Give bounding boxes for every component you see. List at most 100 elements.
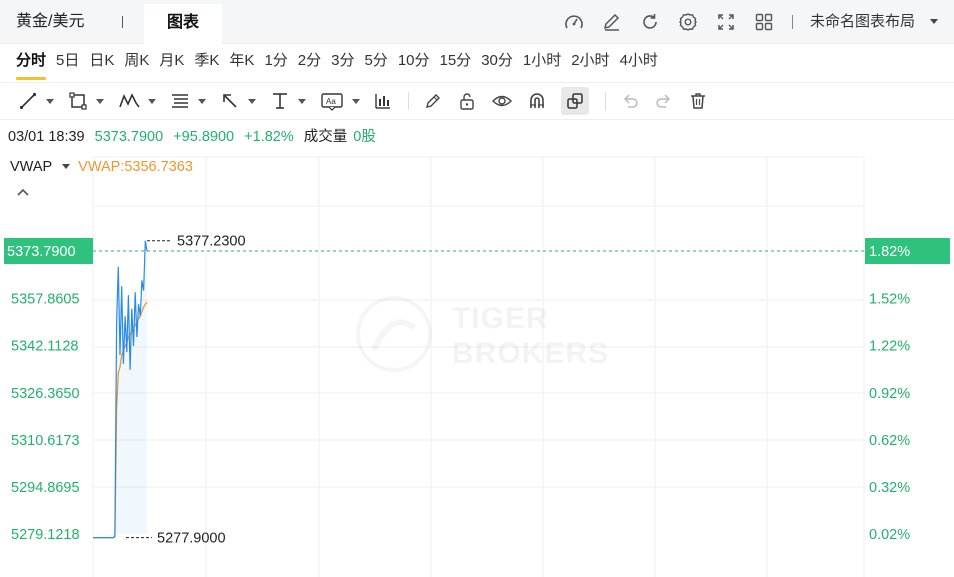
tab-symbol[interactable]: 黄金/美元 [0, 0, 84, 44]
price-tick-label-5: 5294.8695 [11, 480, 80, 496]
watermark: TIGER BROKERS [356, 296, 609, 372]
period-tab-15[interactable]: 2小时 [571, 44, 609, 80]
current-price-badge-label: 5373.7900 [7, 244, 76, 260]
text-tool[interactable]: Aa [320, 87, 360, 115]
redo-tool[interactable] [654, 87, 674, 115]
period-tabs: 分时 5日 日K 周K 月K 季K 年K 1分 2分 3分 5分 10分 15分 30分 1小时 2小时 4小时 [0, 44, 954, 80]
indicator-tool[interactable] [374, 87, 392, 115]
indicator-legend: VWAP VWAP:5356.7363 [10, 156, 193, 178]
settings-icon[interactable] [676, 11, 700, 33]
gauge-icon[interactable] [562, 11, 586, 33]
watermark-line-2: BROKERS [452, 337, 609, 370]
period-tab-16[interactable]: 4小时 [620, 44, 658, 80]
quote-info: 03/01 18:39 5373.7900 +95.8900 +1.82% 成交… [8, 126, 376, 148]
period-tab-10[interactable]: 5分 [364, 44, 387, 80]
undo-tool[interactable] [620, 87, 640, 115]
period-tab-0[interactable]: 分时 [16, 44, 47, 80]
period-tab-1[interactable]: 5日 [56, 44, 79, 80]
price-axis: 5373.7900 5357.8605 5342.1128 5326.3650 5310… [4, 238, 93, 543]
chevron-down-icon[interactable] [930, 19, 938, 24]
chevron-down-icon[interactable] [96, 98, 104, 104]
chevron-down-icon[interactable] [148, 98, 156, 104]
percent-tick-label-6: 0.02% [869, 527, 910, 543]
fibonacci-tool-icon [172, 94, 188, 108]
svg-text:Aa: Aa [326, 97, 336, 106]
visibility-tool[interactable] [491, 87, 513, 115]
period-tab-13[interactable]: 30分 [481, 44, 513, 80]
chevron-down-icon[interactable] [62, 163, 71, 169]
link-icon [567, 93, 583, 109]
price-tick-label-2: 5342.1128 [11, 339, 78, 355]
chevron-down-icon[interactable] [248, 98, 256, 104]
grid-layout-icon[interactable] [752, 11, 776, 33]
tab-divider [122, 16, 123, 28]
drawing-toolbar: Aa [0, 82, 954, 120]
percent-tick-label-2: 1.22% [869, 339, 910, 355]
quote-change-pct: +1.82% [244, 129, 294, 145]
rectangle-tool[interactable] [68, 87, 104, 115]
edit-icon[interactable] [600, 11, 624, 33]
link-tool[interactable] [561, 87, 589, 115]
arrow-tool-icon [223, 94, 237, 108]
redo-icon [656, 94, 671, 108]
period-tab-5[interactable]: 季K [194, 44, 219, 80]
quote-time: 03/01 18:39 [8, 129, 85, 145]
period-tab-4[interactable]: 月K [159, 44, 184, 80]
header-actions [562, 11, 776, 33]
eye-icon [492, 95, 512, 107]
volume-label: 成交量 [303, 129, 348, 145]
unlock-icon [460, 93, 474, 110]
undo-icon [623, 94, 638, 108]
lock-tool[interactable] [457, 87, 477, 115]
pattern-tool-icon [119, 93, 140, 108]
price-tick-label-3: 5326.3650 [11, 386, 80, 402]
toolbar-divider [408, 92, 409, 110]
period-tab-11[interactable]: 10分 [398, 44, 430, 80]
chart-series [93, 240, 148, 539]
price-tick-label-6: 5279.1218 [11, 527, 80, 543]
period-tab-14[interactable]: 1小时 [523, 44, 561, 80]
fibonacci-tool[interactable] [170, 87, 206, 115]
indicator-icon [375, 94, 390, 109]
volume-value: 0股 [353, 129, 376, 145]
line-tool[interactable] [18, 87, 54, 115]
delete-tool[interactable] [688, 87, 708, 115]
period-tab-6[interactable]: 年K [229, 44, 254, 80]
magnet-tool[interactable] [527, 87, 547, 115]
percent-tick-label-4: 0.62% [869, 433, 910, 449]
header-bar: 黄金/美元 图表 未命名图表布局 [0, 0, 954, 44]
price-area [93, 240, 147, 538]
price-chart[interactable]: TIGER BROKERS 5377.2300 5277.9000 5373.79… [0, 150, 954, 577]
period-tab-7[interactable]: 1分 [264, 44, 287, 80]
chevron-down-icon[interactable] [198, 98, 206, 104]
pencil-tool[interactable] [423, 87, 443, 115]
quote-change: +95.8900 [173, 129, 235, 145]
pattern-tool[interactable] [118, 87, 156, 115]
chevron-down-icon[interactable] [352, 98, 360, 104]
percent-tick-label-5: 0.32% [869, 480, 910, 496]
chart-marks: 5377.2300 5277.9000 [93, 234, 864, 547]
measure-tool[interactable] [270, 87, 306, 115]
trash-icon [691, 93, 705, 109]
high-marker-label: 5377.2300 [177, 234, 246, 250]
chevron-up-icon[interactable] [16, 186, 30, 198]
watermark-line-1: TIGER [452, 302, 549, 335]
magnet-icon [530, 93, 544, 108]
arrow-tool[interactable] [220, 87, 256, 115]
percent-tick-label-1: 1.52% [869, 292, 910, 308]
refresh-icon[interactable] [638, 11, 662, 33]
quote-price: 5373.7900 [94, 129, 164, 145]
tab-chart[interactable]: 图表 [144, 4, 222, 44]
chevron-down-icon[interactable] [46, 98, 54, 104]
chevron-down-icon[interactable] [298, 98, 306, 104]
period-tab-3[interactable]: 周K [124, 44, 149, 80]
price-tick-label-4: 5310.6173 [11, 433, 80, 449]
period-tab-8[interactable]: 2分 [298, 44, 321, 80]
indicator-name[interactable]: VWAP [10, 159, 52, 175]
period-tab-9[interactable]: 3分 [331, 44, 354, 80]
fullscreen-icon[interactable] [714, 11, 738, 33]
current-pct-badge-label: 1.82% [869, 244, 910, 260]
period-tab-12[interactable]: 15分 [440, 44, 472, 80]
layout-selector[interactable]: 未命名图表布局 [810, 0, 915, 44]
period-tab-2[interactable]: 日K [89, 44, 114, 80]
